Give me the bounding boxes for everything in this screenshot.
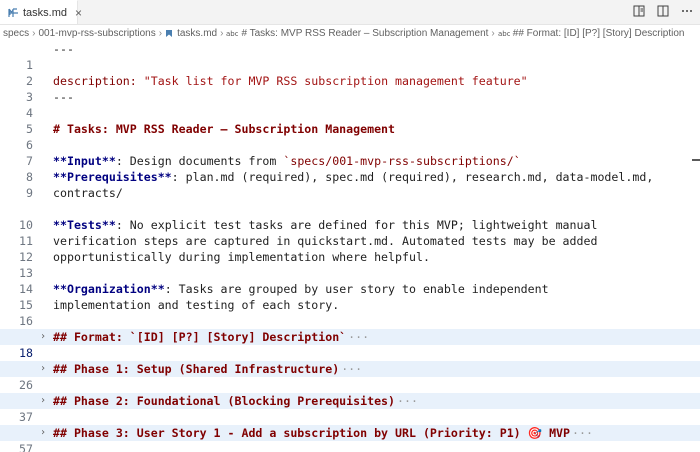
yaml-value: "Task list for MVP RSS subscription mana… xyxy=(136,74,528,88)
editor-line: 15 **Organization**: Tasks are grouped b… xyxy=(0,281,700,312)
chevron-right-icon: › xyxy=(491,27,495,39)
editor-line: 12 verification steps are captured in qu… xyxy=(0,233,700,264)
line-text: ## Phase 2: Foundational (Blocking Prere… xyxy=(53,393,418,409)
line-text: opportunistically during implementation … xyxy=(53,250,430,264)
split-editor-icon[interactable] xyxy=(656,4,670,18)
line-text: ## Phase 1: Setup (Shared Infrastructure… xyxy=(53,361,362,377)
svg-text:abc: abc xyxy=(498,30,510,37)
fold-chevron-icon[interactable]: › xyxy=(40,329,50,345)
breadcrumb: specs › 001-mvp-rss-subscriptions › task… xyxy=(0,26,700,40)
folded-region[interactable]: 18 › ## Format: `[ID] [P?] [Story] Descr… xyxy=(0,329,700,360)
inline-code: `specs/001-mvp-rss-subscriptions/` xyxy=(283,154,521,168)
chevron-right-icon: › xyxy=(220,27,224,39)
target-icon: 🎯 xyxy=(527,426,543,440)
tab-tasks-md[interactable]: tasks.md × xyxy=(0,0,82,24)
overview-ruler-marker xyxy=(692,159,700,161)
fold-ellipsis[interactable]: ··· xyxy=(397,394,418,408)
breadcrumb-item-heading2[interactable]: ## Format: [ID] [P?] [Story] Description xyxy=(513,28,685,39)
yaml-key: description: xyxy=(53,74,137,88)
line-text: **Organization**: Tasks are grouped by u… xyxy=(53,281,549,297)
plain-text: : Design documents from xyxy=(115,154,284,168)
editor-tab-bar: tasks.md × xyxy=(0,0,700,25)
line-text: **Input**: Design documents from `specs/… xyxy=(53,153,521,169)
editor-line: 10 xyxy=(0,201,700,232)
editor-line: 17 xyxy=(0,313,700,344)
breadcrumb-item-file[interactable]: tasks.md xyxy=(177,28,217,39)
plain-text: : Tasks are grouped by user story to ena… xyxy=(164,282,549,296)
chevron-right-icon: › xyxy=(158,27,163,39)
chevron-right-icon: › xyxy=(32,27,36,39)
fold-ellipsis[interactable]: ··· xyxy=(572,426,593,440)
inline-code: `[ID] [P?] [Story] Description` xyxy=(129,330,347,344)
heading-text: ## Phase 1: Setup (Shared Infrastructure… xyxy=(53,362,340,376)
editor-line: 3 description: "Task list for MVP RSS su… xyxy=(0,73,700,104)
line-text: description: "Task list for MVP RSS subs… xyxy=(53,73,528,89)
plain-text: : No explicit test tasks are defined for… xyxy=(115,218,598,232)
bold-text: **Prerequisites** xyxy=(53,170,172,184)
editor-line: 25 xyxy=(0,345,700,376)
fold-chevron-icon[interactable]: › xyxy=(40,393,50,409)
close-icon[interactable]: × xyxy=(75,6,82,20)
markdown-file-icon xyxy=(165,29,174,38)
editor-line-wrapped: contracts/ xyxy=(0,185,700,201)
editor-line: 16 implementation and testing of each st… xyxy=(0,297,700,328)
bold-text: **Organization** xyxy=(53,282,165,296)
tab-label: tasks.md xyxy=(23,6,68,19)
folded-region[interactable]: 37 › ## Phase 2: Foundational (Blocking … xyxy=(0,393,700,424)
editor-line: 4 --- xyxy=(0,89,700,120)
breadcrumb-item-specs[interactable]: specs xyxy=(3,28,29,39)
editor-line: 8 **Input**: Design documents from `spec… xyxy=(0,153,700,184)
folded-region[interactable]: 57 › ## Phase 3: User Story 1 - Add a su… xyxy=(0,425,700,452)
split-preview-icon[interactable] xyxy=(632,4,646,18)
line-text: --- xyxy=(53,42,74,56)
heading-text: ## Phase 3: User Story 1 - Add a subscri… xyxy=(53,426,528,440)
plain-text: : plan.md (required), spec.md (required)… xyxy=(171,170,654,184)
line-text: contracts/ xyxy=(53,186,123,200)
editor-line: 5 xyxy=(0,105,700,136)
heading-text: ## Phase 2: Foundational (Blocking Prere… xyxy=(53,394,396,408)
line-text: **Tests**: No explicit test tasks are de… xyxy=(53,217,597,233)
svg-text:abc: abc xyxy=(226,30,238,37)
breadcrumb-item-heading1[interactable]: # Tasks: MVP RSS Reader – Subscription M… xyxy=(241,28,488,39)
bold-text: **Tests** xyxy=(53,218,116,232)
line-text: --- xyxy=(53,90,74,104)
fold-ellipsis[interactable]: ··· xyxy=(348,330,369,344)
editor-line: 36 xyxy=(0,377,700,408)
folded-region[interactable]: 26 › ## Phase 1: Setup (Shared Infrastru… xyxy=(0,361,700,392)
line-text: ## Phase 3: User Story 1 - Add a subscri… xyxy=(53,425,593,441)
editor-line: 6 # Tasks: MVP RSS Reader – Subscription… xyxy=(0,121,700,152)
string-symbol-icon: abc xyxy=(498,29,510,37)
editor-line: 81 xyxy=(0,441,700,452)
string-symbol-icon: abc xyxy=(226,29,238,37)
line-text: ## Format: `[ID] [P?] [Story] Descriptio… xyxy=(53,329,369,345)
editor-line: 9 **Prerequisites**: plan.md (required),… xyxy=(0,169,700,200)
heading-text: # Tasks: MVP RSS Reader – Subscription M… xyxy=(53,122,396,136)
editor-line: 11 **Tests**: No explicit test tasks are… xyxy=(0,217,700,248)
editor-line: 13 opportunistically during implementati… xyxy=(0,249,700,280)
editor-actions xyxy=(632,4,694,18)
editor-line: 56 xyxy=(0,409,700,440)
breadcrumb-item-folder[interactable]: 001-mvp-rss-subscriptions xyxy=(38,28,155,39)
fold-ellipsis[interactable]: ··· xyxy=(341,362,362,376)
editor-line: 14 xyxy=(0,265,700,296)
heading-text: ## Format: xyxy=(53,330,130,344)
line-text: **Prerequisites**: plan.md (required), s… xyxy=(53,169,653,185)
fold-chevron-icon[interactable]: › xyxy=(40,425,50,441)
code-editor[interactable]: 1 --- 2 3 description: "Task list for MV… xyxy=(0,41,700,452)
line-text: implementation and testing of each story… xyxy=(53,298,340,312)
editor-line: 1 --- xyxy=(0,41,700,72)
line-text: verification steps are captured in quick… xyxy=(53,234,598,248)
editor-line: 2 xyxy=(0,57,700,88)
heading-text-suffix: MVP xyxy=(542,426,571,440)
fold-chevron-icon[interactable]: › xyxy=(40,361,50,377)
bold-text: **Input** xyxy=(53,154,116,168)
editor-line: 7 xyxy=(0,137,700,168)
markdown-file-icon xyxy=(8,7,19,19)
more-actions-icon[interactable] xyxy=(680,4,694,18)
